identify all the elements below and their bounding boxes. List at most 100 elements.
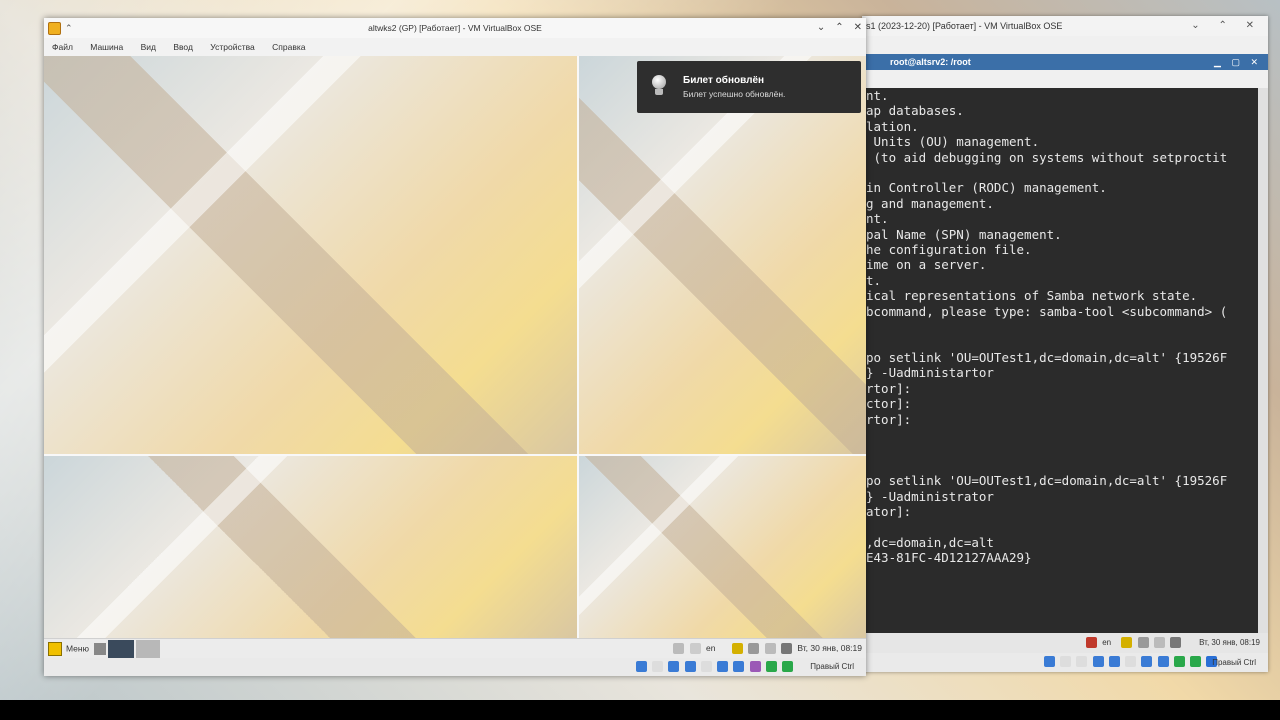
terminal-line: (to aid debugging on systems without set… [866,149,1228,165]
guest-tray-clock: Вт, 30 янв, 08:19 [797,643,862,653]
network-adapter-icon[interactable] [1092,656,1104,667]
guest-wallpaper-tile [579,456,866,638]
optical-drive-icon[interactable] [1060,656,1072,667]
pin-icon[interactable]: ⌃ [65,18,73,38]
start-menu-label: Меню [66,643,89,654]
guest-wallpaper-tile [44,56,577,454]
menu-input[interactable]: Ввод [173,42,193,52]
terminal-line: ,dc=domain,dc=alt [866,534,994,550]
usb-icon[interactable] [1108,656,1120,667]
guest-tray-lang[interactable]: en [706,643,715,653]
background-host-key: Правый Ctrl [1212,658,1256,667]
virtualbox-logo-icon [48,22,61,35]
lightbulb-icon [651,75,667,97]
terminal-titlebar[interactable]: root@altsrv2: /root ▁ ▢ ✕ [862,54,1268,70]
terminal-line: Units (OU) management. [866,134,1040,150]
background-vm-statusbar: Правый Ctrl [862,653,1268,672]
background-vm-window-controls[interactable]: ⌄ ⌃ ✕ [1191,16,1262,36]
volume-icon[interactable] [748,643,760,655]
terminal-line: ical representations of Samba network st… [866,288,1198,304]
guest-wallpaper-tile [579,56,866,454]
guest-taskbar: Меню en Вт, 30 янв, 08:19 [44,638,866,659]
notification-body: Билет успешно обновлён. [683,89,786,99]
network-adapter-icon[interactable] [684,661,696,672]
terminal-line: ctor]: [866,396,912,412]
recording-icon[interactable] [1157,656,1169,667]
main-vm-window-controls[interactable]: ⌄ ⌃ ✕ [807,18,862,38]
audio-icon[interactable] [668,661,680,672]
terminal-line: rtor]: [866,380,912,396]
menu-machine[interactable]: Машина [90,42,123,52]
taskbar-window-button[interactable] [108,640,134,658]
background-vm-window[interactable]: s1 (2023-12-20) [Работает] - VM VirtualB… [862,16,1268,672]
main-vm-statusbar: Правый Ctrl [44,658,866,676]
terminal-line: ime on a server. [866,257,987,273]
usb-icon[interactable] [700,661,712,672]
screen-icon[interactable] [1141,656,1153,667]
maximize-icon[interactable]: ⌃ [835,22,843,33]
cpu-icon[interactable] [1173,656,1185,667]
terminal-line: nt. [866,211,889,227]
terminal-window-controls[interactable]: ▁ ▢ ✕ [1214,54,1262,70]
mouse-integration-icon[interactable] [782,661,793,672]
main-vm-titlebar[interactable]: ⌃ altwks2 (GP) [Работает] - VM VirtualBo… [44,18,866,38]
menu-help[interactable]: Справка [272,42,305,52]
cpu-icon[interactable] [765,661,777,672]
guest-screen[interactable]: Билет обновлён Билет успешно обновлён. [44,56,866,638]
background-vm-titlebar[interactable]: s1 (2023-12-20) [Работает] - VM VirtualB… [862,16,1268,36]
display-icon[interactable] [1170,637,1182,648]
terminal-line: rtor]: [866,411,912,427]
volume-icon[interactable] [1137,637,1149,648]
optical-drive-icon[interactable] [652,661,664,672]
hdd-icon[interactable] [1044,656,1055,667]
terminal-line: g and management. [866,195,994,211]
main-vm-window[interactable]: ⌃ altwks2 (GP) [Работает] - VM VirtualBo… [44,18,866,676]
menu-devices[interactable]: Устройства [210,42,254,52]
notification-popup[interactable]: Билет обновлён Билет успешно обновлён. [637,61,861,113]
terminal-line: } -Uadministrator [866,488,994,504]
hdd-icon[interactable] [635,661,647,672]
keyboard-icon[interactable] [673,643,685,655]
terminal-line: bcommand, please type: samba-tool <subco… [866,303,1228,319]
background-tray-lang[interactable]: en [1102,638,1111,647]
terminal-output[interactable]: nt. ap databases. lation. Units (OU) manag… [862,88,1258,636]
shared-folder-icon[interactable] [717,661,729,672]
taskbar-icon[interactable] [94,643,106,655]
terminal-line: } -Uadministartor [866,365,994,381]
recording-icon[interactable] [749,661,761,672]
minimize-icon[interactable]: ⌄ [817,22,825,33]
monitor-divider [577,56,579,638]
mouse-integration-icon[interactable] [1190,656,1202,667]
host-bottom-bar [0,700,1280,720]
power-icon[interactable] [1086,637,1097,648]
screen-icon[interactable] [733,661,745,672]
menu-view[interactable]: Вид [141,42,156,52]
network-icon[interactable] [731,643,743,655]
taskbar-window-button[interactable] [136,640,160,658]
background-guest-tray: en Вт, 30 янв, 08:19 [862,633,1268,653]
main-vm-menubar: Файл Машина Вид Ввод Устройства Справка [44,38,866,56]
terminal-line: ator]: [866,503,912,519]
notification-title: Билет обновлён [683,75,765,86]
menu-file[interactable]: Файл [52,42,73,52]
menu-logo-icon [48,642,62,656]
clipboard-manager-icon[interactable] [764,643,776,655]
clipboard-icon[interactable] [689,643,701,655]
terminal-line: ap databases. [866,103,964,119]
shared-folder-icon[interactable] [1125,656,1137,667]
close-icon[interactable]: ✕ [854,22,862,33]
audio-icon[interactable] [1076,656,1088,667]
guest-wallpaper-tile [44,456,577,638]
display-icon[interactable] [780,643,792,655]
start-menu-button[interactable]: Меню [48,642,89,656]
terminal-scrollbar[interactable] [1258,88,1268,636]
terminal-line: po setlink 'OU=OUTest1,dc=domain,dc=alt'… [866,349,1228,365]
network-icon[interactable] [1121,637,1133,648]
main-vm-title: altwks2 (GP) [Работает] - VM VirtualBox … [368,23,542,33]
clipboard-icon[interactable] [1153,637,1165,648]
